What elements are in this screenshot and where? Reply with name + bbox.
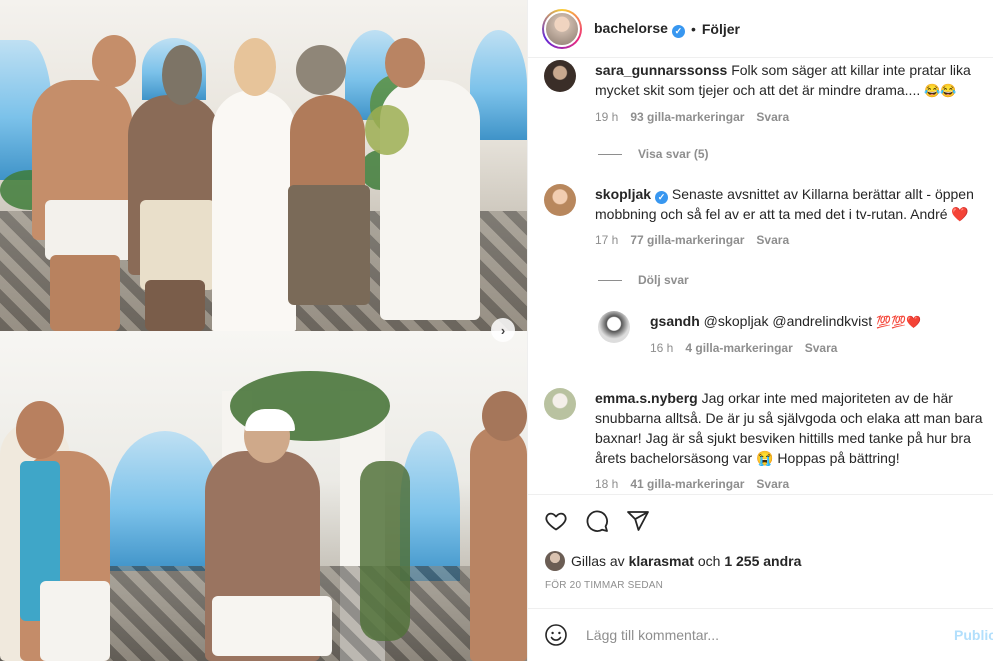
comment-text: emma.s.nyberg Jag orkar inte med majorit… [595,390,983,466]
post-photo-bottom [0,331,527,661]
comment-likes[interactable]: 93 gilla-markeringar [630,110,744,124]
emoji: 😭 [756,450,774,466]
comment-text: sara_gunnarssonss Folk som säger att kil… [595,62,971,98]
emoji: 😂😂 [924,83,957,98]
liker-avatar[interactable] [545,551,565,571]
comment-likes[interactable]: 41 gilla-markeringar [630,477,744,491]
reply-likes[interactable]: 4 gilla-markeringar [685,341,792,355]
comment-time[interactable]: 18 h [595,477,618,491]
paper-plane-icon[interactable] [626,509,650,533]
comment-icon[interactable] [585,509,609,533]
chevron-right-icon: › [500,322,506,338]
reply-button[interactable]: Svara [756,110,789,124]
publish-button[interactable]: Publicera [954,627,993,643]
comment-item: sara_gunnarssonss Folk som säger att kil… [544,60,993,124]
verified-badge-icon: ✓ [671,24,685,38]
hide-replies-button[interactable]: Dölj svar [598,273,689,287]
comment-input[interactable] [586,627,916,643]
reply-item: gsandh @skopljak @andrelindkvist 💯💯❤️ 16… [598,311,988,355]
liked-by: Gillas av klarasmat och 1 255 andra [545,551,801,571]
post-media[interactable]: › [0,0,527,661]
comment-meta: 19 h 93 gilla-markeringar Svara [595,110,990,124]
show-replies-button[interactable]: Visa svar (5) [598,147,709,161]
post-sidebar: bachelorse ✓ • Följer sara_gunnarssonss F… [527,0,993,661]
comment-item: emma.s.nyberg Jag orkar inte med majorit… [544,388,993,491]
hundred-emoji: 💯💯❤️ [876,315,921,329]
comment-avatar[interactable] [544,184,576,216]
smiley-icon[interactable] [544,623,568,647]
post-photo-top [0,0,527,331]
reply-username[interactable]: gsandh [650,313,700,329]
comments-list[interactable]: sara_gunnarssonss Folk som säger att kil… [528,58,993,494]
header-separator: • [690,20,696,37]
reply-avatar[interactable] [598,311,630,343]
heart-icon[interactable] [544,509,568,533]
post-header: bachelorse ✓ • Följer [528,0,993,58]
post-actions: Gillas av klarasmat och 1 255 andra FÖR … [528,494,993,608]
author-username[interactable]: bachelorse ✓ [594,20,685,38]
heart-emoji: ❤️ [951,206,969,222]
likes-count[interactable]: 1 255 andra [724,553,801,569]
post-timestamp[interactable]: FÖR 20 TIMMAR SEDAN [545,580,663,591]
comment-time[interactable]: 17 h [595,233,618,247]
reply-button[interactable]: Svara [756,233,789,247]
verified-badge-icon: ✓ [655,190,669,204]
comment-avatar[interactable] [544,388,576,420]
reply-button[interactable]: Svara [805,341,838,355]
comment-username[interactable]: sara_gunnarssonss [595,62,727,78]
next-photo-button[interactable]: › [491,318,515,342]
comment-username[interactable]: emma.s.nyberg [595,390,698,406]
comment-username[interactable]: skopljak ✓ [595,186,669,204]
comment-avatar[interactable] [544,60,576,92]
comment-meta: 17 h 77 gilla-markeringar Svara [595,233,990,247]
comment-item: skopljak ✓ Senaste avsnittet av Killarna … [544,184,993,247]
liker-username[interactable]: klarasmat [629,553,694,569]
comment-text: skopljak ✓ Senaste avsnittet av Killarna … [595,186,974,222]
reply-meta: 16 h 4 gilla-markeringar Svara [650,341,980,355]
add-comment-bar: Publicera [528,608,993,661]
reply-button[interactable]: Svara [756,477,789,491]
comment-time[interactable]: 19 h [595,110,618,124]
comment-likes[interactable]: 77 gilla-markeringar [630,233,744,247]
following-button[interactable]: Följer [702,21,740,37]
reply-text: gsandh @skopljak @andrelindkvist 💯💯❤️ [650,313,921,329]
comment-meta: 18 h 41 gilla-markeringar Svara [595,477,990,491]
reply-time[interactable]: 16 h [650,341,673,355]
author-avatar[interactable] [542,8,582,49]
